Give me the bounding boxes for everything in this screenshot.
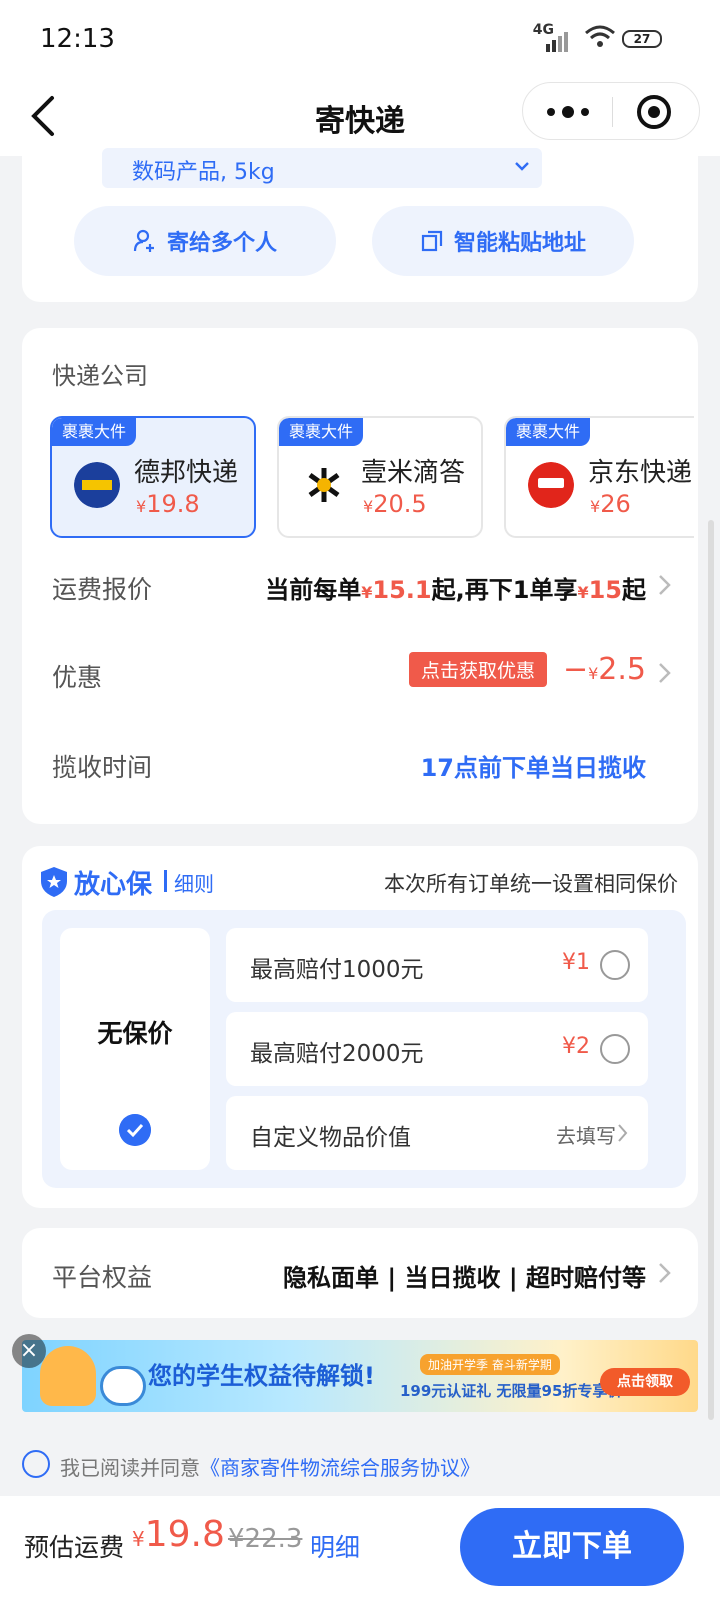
battery-icon: 27 bbox=[622, 30, 662, 48]
option-price: ¥1 bbox=[562, 950, 590, 975]
no-insurance-option[interactable]: 无保价 bbox=[60, 928, 210, 1170]
add-user-icon bbox=[133, 229, 154, 252]
custom-value-option[interactable]: 自定义物品价值 去填写 bbox=[226, 1096, 648, 1170]
wifi-icon bbox=[585, 25, 615, 47]
get-discount-button[interactable]: 点击获取优惠 bbox=[408, 652, 547, 687]
agreement-row: 我已阅读并同意《商家寄件物流综合服务协议》 bbox=[0, 1436, 720, 1496]
benefits-card[interactable]: 平台权益 隐私面单 | 当日揽收 | 超时赔付等 bbox=[22, 1228, 698, 1318]
carrier-price: ¥20.5 bbox=[363, 490, 427, 518]
carrier-name: 京东快递 bbox=[588, 458, 693, 488]
debang-logo-icon bbox=[74, 462, 120, 508]
close-miniapp-icon[interactable] bbox=[637, 95, 671, 129]
package-card: 数码产品, 5kg 寄给多个人 智能粘贴地址 bbox=[22, 148, 698, 302]
carrier-option-yimi[interactable]: 裹裹大件 壹米滴答 ¥20.5 bbox=[277, 416, 483, 538]
smart-paste-label: 智能粘贴地址 bbox=[453, 231, 586, 256]
agreement-text: 我已阅读并同意《商家寄件物流综合服务协议》 bbox=[60, 1456, 480, 1480]
quote-label: 运费报价 bbox=[52, 575, 153, 604]
agreement-link[interactable]: 《商家寄件物流综合服务协议》 bbox=[200, 1456, 480, 1480]
chevron-right-icon bbox=[659, 1263, 671, 1283]
quote-value[interactable]: 当前每单¥15.1起,再下1单享¥15起 bbox=[265, 570, 646, 605]
nav-bar: 寄快递 bbox=[0, 80, 720, 156]
chevron-right-icon bbox=[618, 1124, 628, 1142]
check-icon bbox=[119, 1114, 151, 1146]
carrier-name: 壹米滴答 bbox=[361, 458, 466, 488]
insurance-rules-link[interactable]: 细则 bbox=[174, 868, 214, 897]
radio-icon[interactable] bbox=[600, 1034, 630, 1064]
insurance-option-1000[interactable]: 最高赔付1000元 ¥1 bbox=[226, 928, 648, 1002]
checkout-bar: 预估运费 ¥19.8 ¥22.3 明细 立即下单 bbox=[0, 1496, 720, 1600]
copy-icon bbox=[421, 230, 443, 252]
benefits-value: 隐私面单 | 当日揽收 | 超时赔付等 bbox=[283, 1264, 646, 1292]
estimate-label: 预估运费 bbox=[24, 1533, 125, 1562]
option-price: ¥2 bbox=[562, 1034, 590, 1059]
status-time: 12:13 bbox=[40, 24, 115, 54]
banner-headline: 您的学生权益待解锁! bbox=[148, 1362, 375, 1390]
more-icon[interactable] bbox=[545, 103, 591, 121]
insurance-card: 放心保 细则 本次所有订单统一设置相同保价 无保价 最高赔付1000元 ¥1 最… bbox=[22, 846, 698, 1208]
carrier-option-debang[interactable]: 裹裹大件 德邦快递 ¥19.8 bbox=[50, 416, 256, 538]
chevron-right-icon bbox=[659, 663, 671, 683]
place-order-button[interactable]: 立即下单 bbox=[460, 1508, 684, 1586]
banner-claim-button[interactable]: 点击领取 bbox=[600, 1368, 690, 1396]
pickup-label: 揽收时间 bbox=[52, 753, 153, 782]
carrier-section-title: 快递公司 bbox=[52, 362, 148, 390]
status-bar: 12:13 4G 27 bbox=[0, 0, 720, 80]
brand-divider bbox=[164, 870, 167, 892]
custom-value-label: 自定义物品价值 bbox=[250, 1125, 411, 1151]
carrier-card: 快递公司 裹裹大件 德邦快递 ¥19.8 裹裹大件 壹米滴答 ¥20.5 裹裹大… bbox=[22, 328, 698, 824]
capsule-divider bbox=[612, 97, 613, 127]
option-label: 最高赔付2000元 bbox=[250, 1041, 424, 1067]
carrier-option-jd[interactable]: 裹裹大件 京东快递 ¥26 bbox=[504, 416, 694, 538]
radio-icon[interactable] bbox=[600, 950, 630, 980]
pickup-value[interactable]: 17点前下单当日揽收 bbox=[421, 748, 646, 783]
banner-subtitle: 199元认证礼 无限量95折专享价 bbox=[400, 1382, 623, 1400]
carrier-tag: 裹裹大件 bbox=[279, 418, 364, 446]
fill-in-link[interactable]: 去填写 bbox=[556, 1120, 616, 1149]
carrier-price: ¥26 bbox=[590, 490, 631, 518]
carrier-tag: 裹裹大件 bbox=[52, 418, 137, 446]
chevron-right-icon bbox=[659, 575, 671, 595]
chevron-down-icon bbox=[515, 162, 529, 171]
agreement-checkbox[interactable] bbox=[22, 1450, 50, 1478]
estimate-price: ¥19.8 bbox=[132, 1514, 225, 1555]
price-detail-link[interactable]: 明细 bbox=[310, 1528, 360, 1564]
shield-icon bbox=[41, 867, 67, 897]
send-multiple-button[interactable]: 寄给多个人 bbox=[74, 206, 336, 276]
student-illustration-icon bbox=[40, 1346, 96, 1406]
smart-paste-button[interactable]: 智能粘贴地址 bbox=[372, 206, 634, 276]
insurance-options: 无保价 最高赔付1000元 ¥1 最高赔付2000元 ¥2 自定义物品价值 去填… bbox=[42, 910, 686, 1188]
close-banner-icon[interactable]: × bbox=[12, 1334, 46, 1368]
goods-selector[interactable]: 数码产品, 5kg bbox=[102, 148, 542, 188]
student-promo-banner[interactable]: 您的学生权益待解锁! 加油开学季 奋斗新学期 199元认证礼 无限量95折专享价… bbox=[22, 1340, 698, 1412]
carrier-tag: 裹裹大件 bbox=[506, 418, 591, 446]
original-price: ¥22.3 bbox=[228, 1524, 303, 1554]
goods-value: 数码产品, 5kg bbox=[132, 160, 275, 185]
send-multiple-label: 寄给多个人 bbox=[166, 231, 277, 256]
scrollbar[interactable] bbox=[708, 520, 714, 1420]
insurance-brand: 放心保 bbox=[74, 870, 153, 900]
jd-logo-icon bbox=[528, 462, 574, 508]
no-insurance-label: 无保价 bbox=[97, 1019, 173, 1048]
benefits-label: 平台权益 bbox=[52, 1263, 153, 1292]
insurance-note: 本次所有订单统一设置相同保价 bbox=[384, 872, 678, 896]
carrier-price: ¥19.8 bbox=[136, 490, 200, 518]
yimi-logo-icon bbox=[308, 468, 340, 502]
option-label: 最高赔付1000元 bbox=[250, 957, 424, 983]
carrier-name: 德邦快递 bbox=[134, 458, 239, 488]
banner-tag: 加油开学季 奋斗新学期 bbox=[420, 1354, 560, 1375]
discount-value[interactable]: 点击获取优惠 −¥2.5 bbox=[408, 652, 646, 687]
insurance-option-2000[interactable]: 最高赔付2000元 ¥2 bbox=[226, 1012, 648, 1086]
robot-illustration-icon bbox=[100, 1366, 146, 1406]
discount-label: 优惠 bbox=[52, 663, 103, 692]
signal-icon bbox=[546, 32, 568, 52]
miniapp-capsule bbox=[522, 82, 700, 140]
